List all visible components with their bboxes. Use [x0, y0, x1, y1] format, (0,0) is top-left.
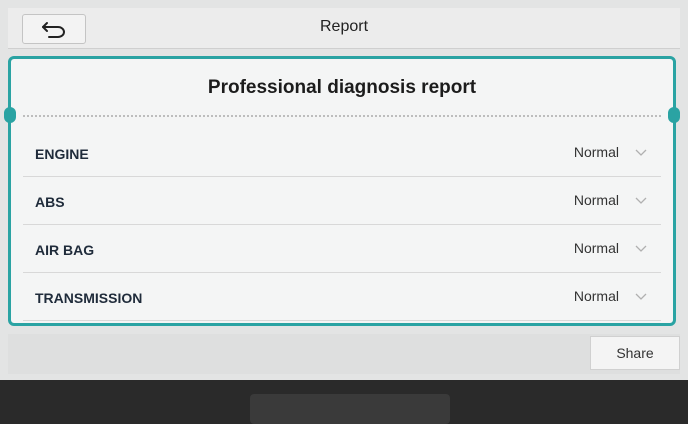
row-label: AIR BAG	[35, 242, 95, 258]
device-bezel-logo	[250, 394, 450, 424]
chevron-down-icon[interactable]	[635, 291, 647, 301]
row-label: ENGINE	[35, 146, 89, 162]
top-bar: Report	[8, 8, 680, 49]
row-status: Normal	[573, 240, 619, 256]
row-label: ABS	[35, 194, 65, 210]
card-notch-left	[4, 107, 16, 123]
share-button[interactable]: Share	[590, 336, 680, 370]
report-rows: ENGINE Normal ABS Normal AIR BAG Normal	[23, 129, 661, 321]
card-notch-right	[668, 107, 680, 123]
report-row-air-bag[interactable]: AIR BAG Normal	[23, 225, 661, 273]
row-status: Normal	[573, 288, 619, 304]
report-row-abs[interactable]: ABS Normal	[23, 177, 661, 225]
report-row-engine[interactable]: ENGINE Normal	[23, 129, 661, 177]
chevron-down-icon[interactable]	[635, 147, 647, 157]
chevron-down-icon[interactable]	[635, 243, 647, 253]
report-row-transmission[interactable]: TRANSMISSION Normal	[23, 273, 661, 321]
chevron-down-icon[interactable]	[635, 195, 647, 205]
report-card: Professional diagnosis report ENGINE Nor…	[4, 56, 680, 326]
dotted-divider	[23, 115, 661, 117]
page-title: Report	[319, 18, 369, 35]
row-status: Normal	[573, 144, 619, 160]
row-label: TRANSMISSION	[35, 290, 143, 306]
app-screen: Report Professional diagnosis report ENG…	[0, 0, 688, 380]
report-heading: Professional diagnosis report	[207, 77, 477, 98]
bottom-bar: Share	[8, 334, 680, 374]
row-status: Normal	[573, 192, 619, 208]
